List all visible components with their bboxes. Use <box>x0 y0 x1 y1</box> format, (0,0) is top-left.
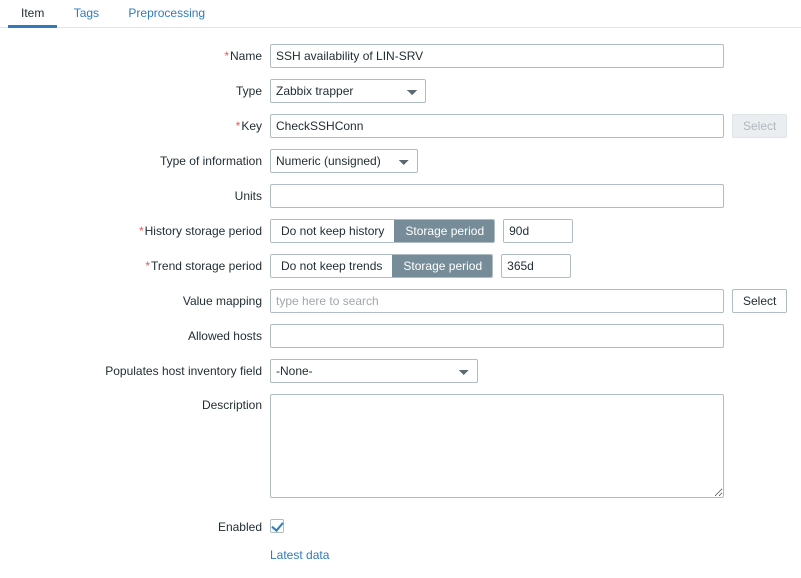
name-input[interactable] <box>270 44 724 68</box>
key-input[interactable] <box>270 114 724 138</box>
form-row-name: *Name <box>0 44 801 68</box>
form-row-units: Units <box>0 184 801 208</box>
value-mapping-select-button[interactable]: Select <box>732 289 788 313</box>
label-value-mapping: Value mapping <box>182 294 262 308</box>
label-type: Type <box>235 84 262 98</box>
type-select[interactable]: Zabbix trapper <box>270 79 426 103</box>
form-row-trend-storage-period: *Trend storage period Do not keep trends… <box>0 254 801 278</box>
description-textarea[interactable] <box>270 394 724 498</box>
label-enabled: Enabled <box>217 520 262 534</box>
form-row-value-mapping: Value mapping Select <box>0 289 801 313</box>
required-marker: * <box>145 259 151 273</box>
trend-do-not-keep-option[interactable]: Do not keep trends <box>271 255 393 277</box>
label-trend-storage-period: *Trend storage period <box>145 259 262 273</box>
label-units: Units <box>234 189 262 203</box>
required-marker: * <box>224 49 229 63</box>
form-row-enabled: Enabled <box>0 515 801 534</box>
required-marker: * <box>235 119 241 133</box>
required-marker: * <box>138 224 144 238</box>
form-row-type: Type Zabbix trapper <box>0 79 801 103</box>
tab-item[interactable]: Item <box>8 0 58 28</box>
tab-tags[interactable]: Tags <box>61 0 112 27</box>
label-history-storage-period: *History storage period <box>138 224 262 238</box>
form-row-description: Description <box>0 394 801 498</box>
allowed-hosts-input[interactable] <box>270 324 724 348</box>
form-row-type-of-information: Type of information Numeric (unsigned) <box>0 149 801 173</box>
form-row-allowed-hosts: Allowed hosts <box>0 324 801 348</box>
form-row-latest-data: Latest data <box>0 546 801 564</box>
history-storage-period-input[interactable] <box>503 219 574 243</box>
label-name: *Name <box>224 49 262 63</box>
form-row-history-storage-period: *History storage period Do not keep hist… <box>0 219 801 243</box>
label-description: Description <box>201 398 262 412</box>
label-key: *Key <box>235 119 262 133</box>
tab-preprocessing[interactable]: Preprocessing <box>115 0 218 27</box>
latest-data-link[interactable]: Latest data <box>270 546 329 564</box>
units-input[interactable] <box>270 184 724 208</box>
history-do-not-keep-option[interactable]: Do not keep history <box>271 220 395 242</box>
history-storage-period-toggle: Do not keep history Storage period <box>270 219 496 243</box>
type-of-information-select[interactable]: Numeric (unsigned) <box>270 149 418 173</box>
label-populates-host-inventory-field: Populates host inventory field <box>105 364 262 378</box>
key-select-button[interactable]: Select <box>732 114 788 138</box>
form-row-key: *Key Select <box>0 114 801 138</box>
item-form-tabstrip: Item Tags Preprocessing <box>0 0 801 28</box>
trend-storage-period-input[interactable] <box>501 254 572 278</box>
populates-host-inventory-field-select[interactable]: -None- <box>270 359 478 383</box>
label-spacer <box>0 546 270 551</box>
item-configuration-form: *Name Type Zabbix trapper *Key Select Ty… <box>0 28 801 564</box>
history-storage-period-option[interactable]: Storage period <box>394 220 495 242</box>
trend-storage-period-toggle: Do not keep trends Storage period <box>270 254 494 278</box>
value-mapping-input[interactable] <box>270 289 724 313</box>
form-row-populates-host-inventory-field: Populates host inventory field -None- <box>0 359 801 383</box>
enabled-checkbox[interactable] <box>270 519 284 533</box>
label-type-of-information: Type of information <box>159 154 262 168</box>
label-allowed-hosts: Allowed hosts <box>187 329 262 343</box>
trend-storage-period-option[interactable]: Storage period <box>392 255 493 277</box>
